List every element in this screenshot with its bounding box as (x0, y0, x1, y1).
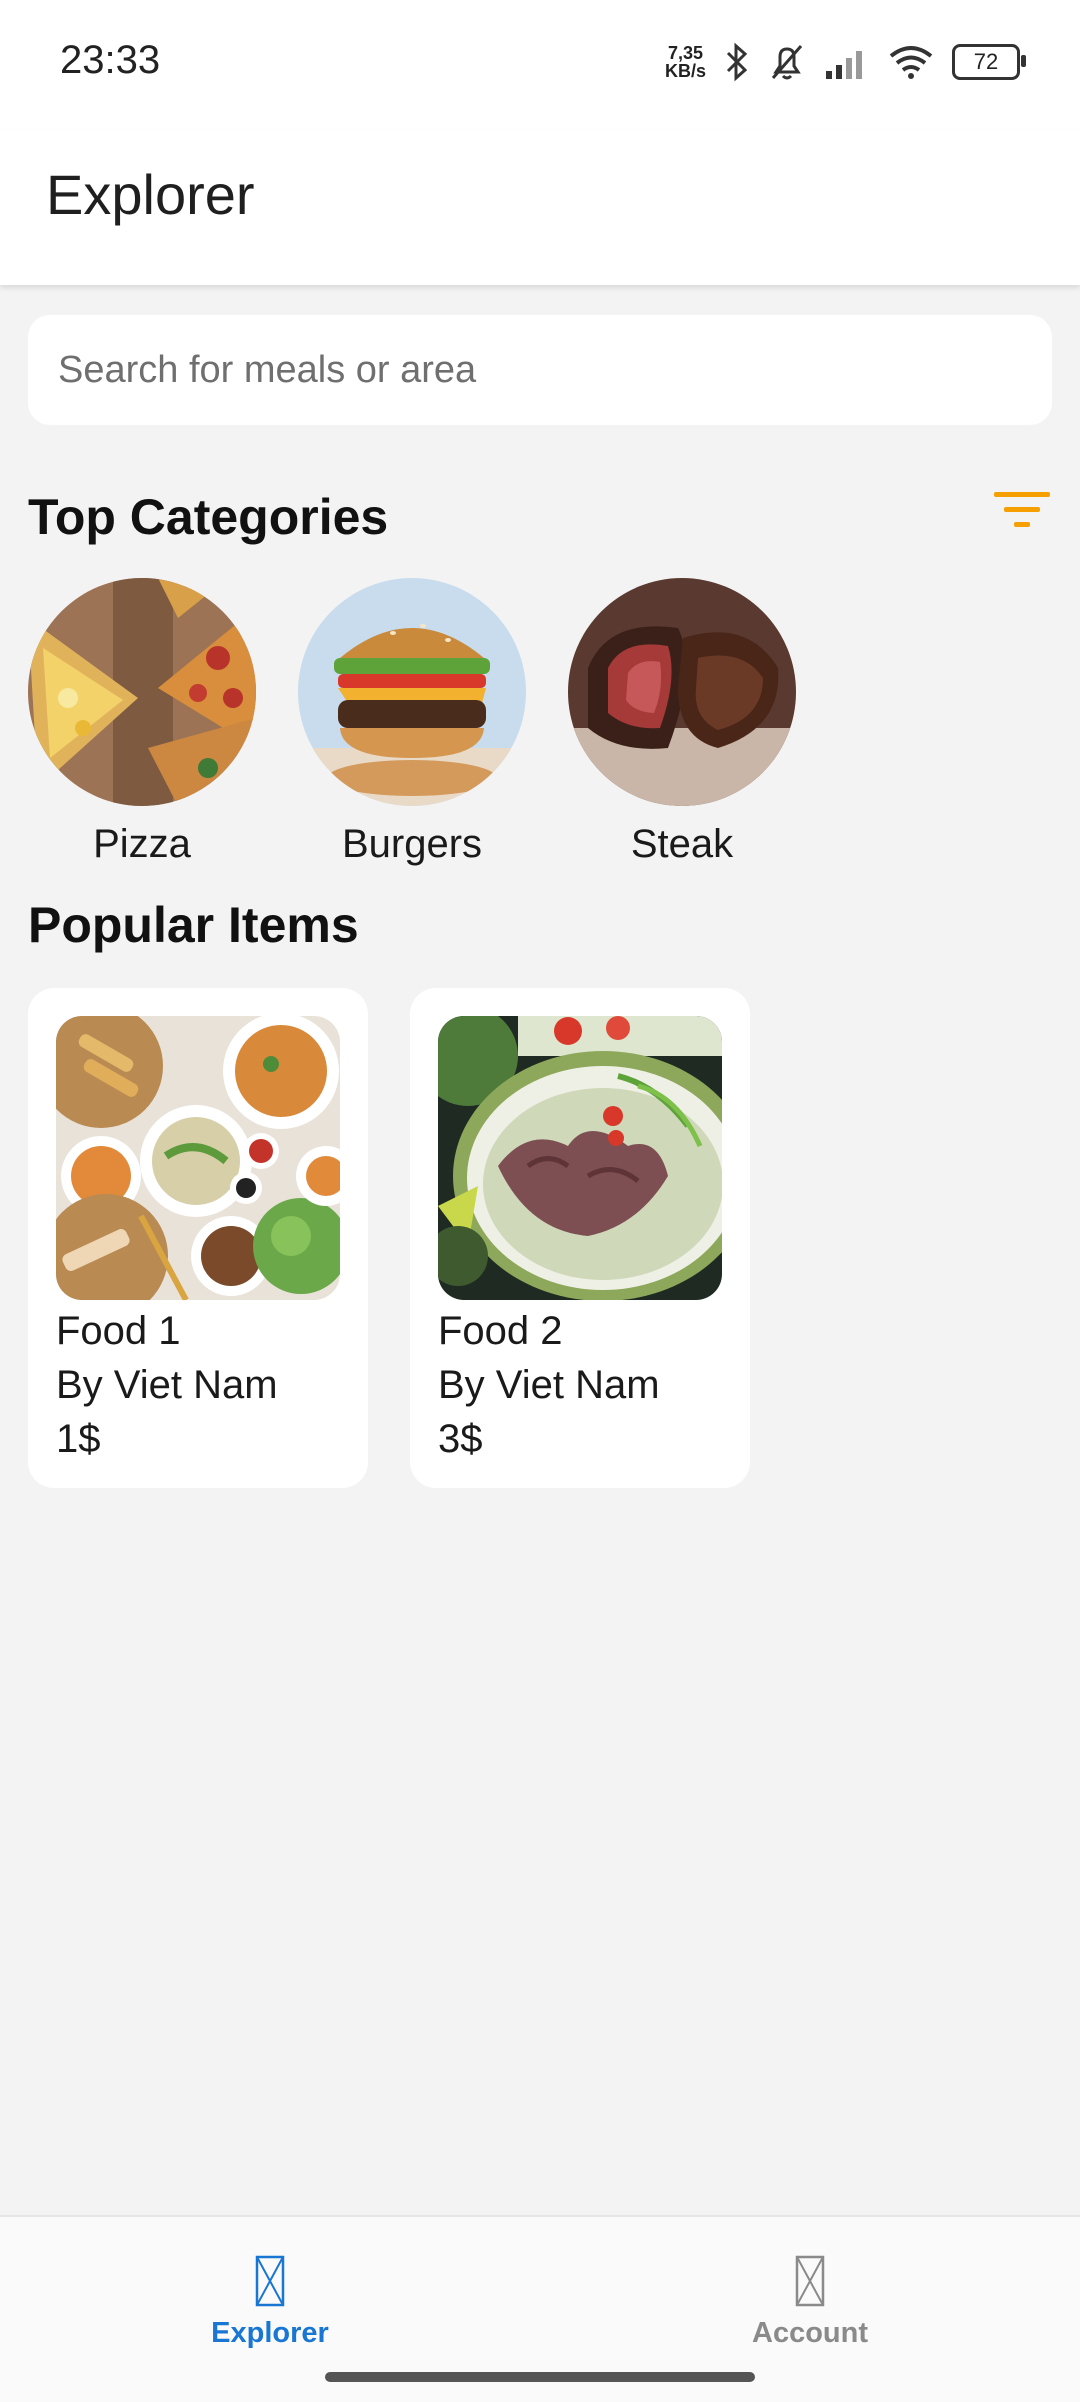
top-categories-title: Top Categories (28, 489, 389, 545)
signal-icon (826, 51, 862, 79)
explorer-icon (255, 2255, 285, 2307)
category-label: Steak (630, 822, 734, 866)
food-1-image (56, 1016, 340, 1300)
category-pizza[interactable]: Pizza (28, 578, 256, 867)
filter-icon[interactable] (994, 490, 1050, 530)
popular-items-title: Popular Items (28, 897, 359, 953)
popular-items-list: Food 1 By Viet Nam 1$ Food 2 By Viet Nam… (28, 988, 750, 1488)
food-price: 1$ (56, 1417, 101, 1461)
bluetooth-icon (726, 42, 748, 82)
steak-image (568, 578, 796, 806)
category-steak[interactable]: Steak (568, 578, 796, 867)
food-origin: By Viet Nam (56, 1363, 278, 1407)
food-2-image (438, 1016, 722, 1300)
food-card[interactable]: Food 2 By Viet Nam 3$ (410, 988, 750, 1488)
nav-item-explorer[interactable]: Explorer (160, 2255, 380, 2350)
search-input[interactable] (56, 347, 1024, 393)
battery-level: 72 (973, 49, 999, 74)
food-name: Food 1 (56, 1309, 181, 1353)
nav-item-account[interactable]: Account (700, 2255, 920, 2350)
net-speed-unit: KB/s (664, 61, 706, 81)
categories-list: Pizza Burgers Steak (28, 578, 796, 867)
page-title: Explorer (46, 163, 255, 226)
food-name: Food 2 (438, 1309, 563, 1353)
food-price: 3$ (438, 1417, 483, 1461)
net-speed: 7,35 KB/s (665, 44, 706, 80)
pizza-image (28, 578, 256, 806)
nav-label-account: Account (752, 2317, 868, 2349)
status-icons: 7,35 KB/s 72 (665, 36, 1026, 88)
wifi-icon (889, 46, 933, 79)
mute-bell-icon (771, 45, 803, 80)
battery-icon: 72 (952, 44, 1026, 80)
category-label: Pizza (93, 822, 191, 866)
status-bar: 23:33 7,35 KB/s 72 (0, 0, 1080, 130)
food-origin: By Viet Nam (438, 1363, 660, 1407)
food-card[interactable]: Food 1 By Viet Nam 1$ (28, 988, 368, 1488)
status-time: 23:33 (60, 38, 161, 82)
search-bar[interactable] (28, 315, 1052, 425)
category-label: Burgers (341, 822, 483, 866)
burger-image (298, 578, 526, 806)
category-burgers[interactable]: Burgers (298, 578, 526, 867)
app-bar: Explorer (0, 130, 1080, 285)
net-speed-value: 7,35 (667, 43, 704, 63)
home-indicator[interactable] (325, 2372, 755, 2382)
nav-label-explorer: Explorer (211, 2317, 329, 2349)
account-icon (795, 2255, 825, 2307)
